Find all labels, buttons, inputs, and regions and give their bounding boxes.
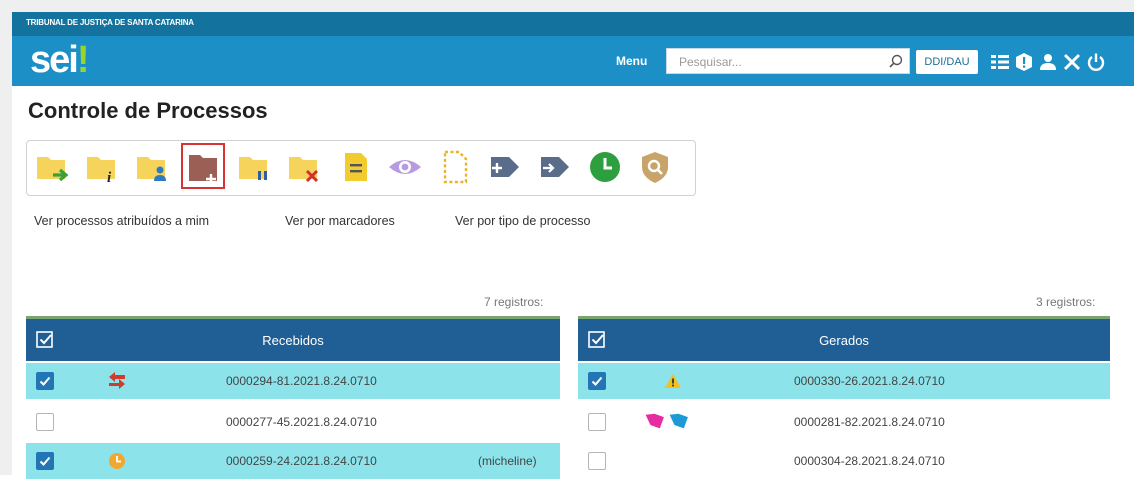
security-button[interactable]	[633, 143, 677, 189]
folder-user-icon	[137, 157, 166, 181]
eye-icon	[389, 160, 421, 174]
received-row[interactable]: 0000277-45.2021.8.24.0710	[26, 404, 560, 440]
check-icon	[591, 376, 603, 386]
window-edge-top	[0, 0, 1134, 12]
generated-count: 3 registros:	[1036, 295, 1096, 309]
note-icon	[345, 153, 367, 181]
list-grid-icon[interactable]	[990, 52, 1010, 72]
folder-arrow-icon	[37, 157, 69, 182]
row-checkbox[interactable]	[36, 413, 54, 431]
search-input[interactable]: Pesquisar...	[666, 48, 910, 74]
alert-icon[interactable]	[1014, 52, 1034, 72]
view-by-type-link[interactable]: Ver por tipo de processo	[455, 214, 591, 228]
check-icon	[39, 376, 51, 386]
received-table-header: Recebidos	[26, 319, 560, 361]
tools-icon[interactable]	[1062, 52, 1082, 72]
received-row[interactable]: 0000294-81.2021.8.24.0710	[26, 363, 560, 399]
tags-icon	[645, 413, 688, 429]
folder-x-icon	[289, 157, 319, 183]
close-process-button[interactable]	[283, 143, 327, 189]
generated-title: Gerados	[819, 333, 869, 348]
row-checkbox[interactable]	[588, 372, 606, 390]
generated-row[interactable]: 0000304-28.2021.8.24.0710	[578, 443, 1110, 479]
search-icon[interactable]	[889, 54, 903, 68]
process-number-link[interactable]: 0000277-45.2021.8.24.0710	[226, 415, 377, 429]
arrows-icon	[109, 372, 125, 389]
process-info-button[interactable]: i	[81, 143, 125, 189]
row-checkbox[interactable]	[588, 452, 606, 470]
logo-text: sei	[30, 39, 79, 81]
power-icon[interactable]	[1086, 52, 1106, 72]
app-header: TRIBUNAL DE JUSTIÇA DE SANTA CATARINA se…	[12, 12, 1134, 86]
process-number-link[interactable]: 0000294-81.2021.8.24.0710	[226, 374, 377, 388]
page-title: Controle de Processos	[28, 98, 268, 123]
annotation-button[interactable]	[333, 143, 377, 189]
new-process-button[interactable]	[181, 143, 225, 189]
window-edge-left	[0, 0, 12, 475]
dashed-doc-icon	[443, 150, 468, 184]
add-marker-button[interactable]	[483, 143, 527, 189]
assign-process-button[interactable]	[131, 143, 175, 189]
folder-plus-icon	[189, 155, 217, 184]
search-placeholder: Pesquisar...	[679, 55, 742, 69]
row-checkbox[interactable]	[36, 372, 54, 390]
view-assigned-link[interactable]: Ver processos atribuídos a mim	[34, 214, 209, 228]
marker-button[interactable]	[533, 143, 577, 189]
assigned-user: (micheline)	[478, 454, 537, 468]
row-checkbox[interactable]	[588, 413, 606, 431]
deadline-button[interactable]	[583, 143, 627, 189]
org-name: TRIBUNAL DE JUSTIÇA DE SANTA CATARINA	[26, 18, 194, 27]
generated-table-header: Gerados	[578, 319, 1110, 361]
generated-row[interactable]: 0000281-82.2021.8.24.0710	[578, 404, 1110, 440]
logo-mark: !	[76, 39, 90, 81]
clock-icon	[109, 453, 125, 469]
send-process-button[interactable]	[31, 143, 75, 189]
sei-logo[interactable]: sei!	[30, 38, 90, 82]
folder-pause-icon	[239, 157, 267, 180]
received-title: Recebidos	[262, 333, 324, 348]
received-row[interactable]: 0000259-24.2021.8.24.0710 (micheline)	[26, 443, 560, 479]
menu-link[interactable]: Menu	[616, 54, 647, 68]
generated-row[interactable]: 0000330-26.2021.8.24.0710	[578, 363, 1110, 399]
tag-arrow-icon	[541, 157, 569, 177]
view-by-marker-link[interactable]: Ver por marcadores	[285, 214, 395, 228]
process-number-link[interactable]: 0000259-24.2021.8.24.0710	[226, 454, 377, 468]
row-checkbox[interactable]	[36, 452, 54, 470]
suspend-process-button[interactable]	[233, 143, 277, 189]
check-icon	[39, 456, 51, 466]
warning-icon	[665, 374, 681, 388]
received-count: 7 registros:	[484, 295, 544, 309]
user-icon[interactable]	[1038, 52, 1058, 72]
shield-icon	[642, 152, 668, 183]
process-number-link[interactable]: 0000304-28.2021.8.24.0710	[794, 454, 945, 468]
folder-info-icon: i	[87, 157, 115, 185]
view-button[interactable]	[383, 143, 427, 189]
unit-selector-button[interactable]: DDI/DAU	[916, 50, 978, 74]
process-toolbar: i	[26, 140, 696, 196]
clock-icon	[590, 152, 620, 182]
block-button[interactable]	[433, 143, 477, 189]
process-number-link[interactable]: 0000330-26.2021.8.24.0710	[794, 374, 945, 388]
process-number-link[interactable]: 0000281-82.2021.8.24.0710	[794, 415, 945, 429]
tag-plus-icon	[491, 157, 519, 177]
org-bar: TRIBUNAL DE JUSTIÇA DE SANTA CATARINA	[12, 12, 1134, 36]
